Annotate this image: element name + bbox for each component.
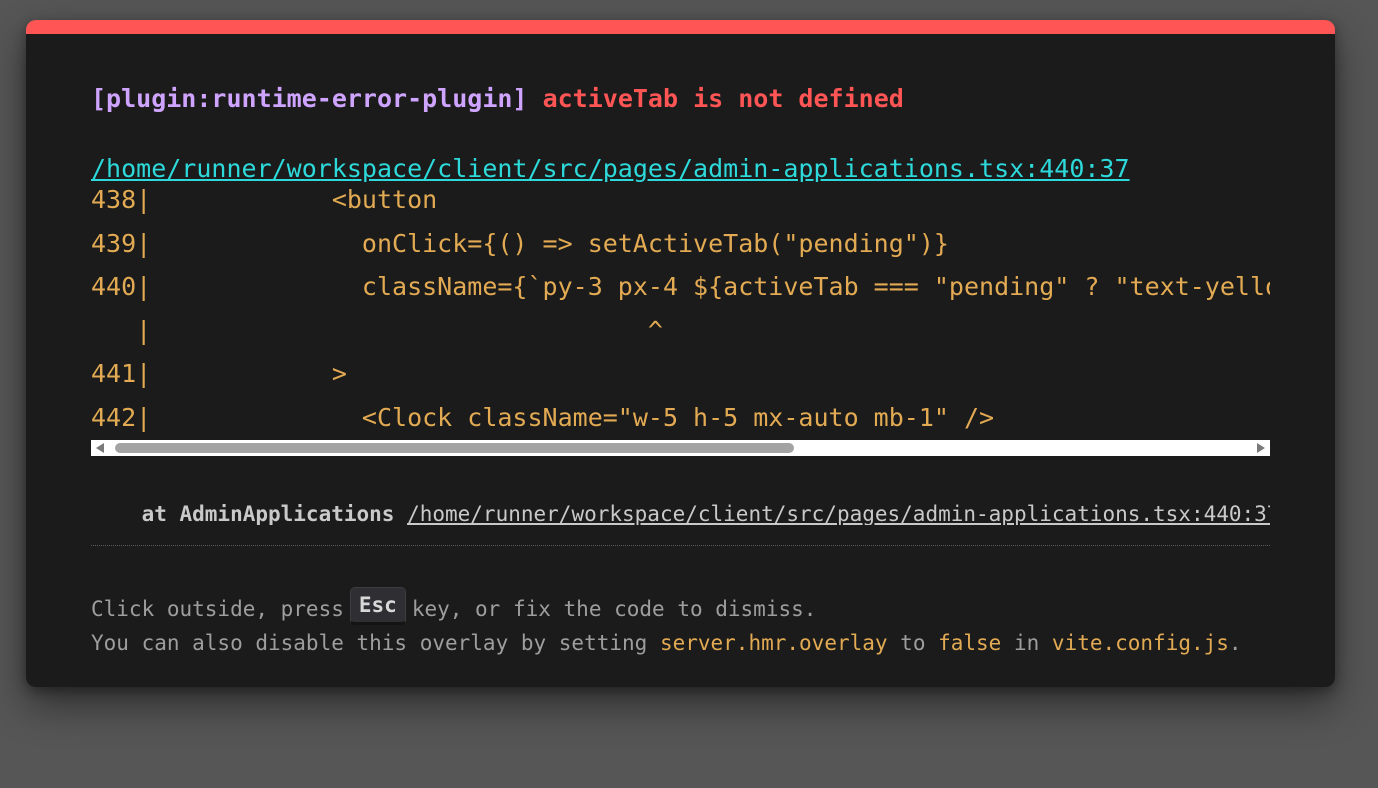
code-line-438: 438| <button bbox=[91, 185, 438, 214]
code-frame-scrollbar[interactable] bbox=[91, 440, 1270, 456]
divider bbox=[91, 545, 1270, 546]
tip2-text-c: in bbox=[1001, 631, 1052, 655]
disable-overlay-tip: You can also disable this overlay by set… bbox=[91, 633, 1242, 654]
stack-prefix: at AdminApplications bbox=[91, 504, 408, 525]
code-line-442: 442| <Clock className="w-5 h-5 mx-auto m… bbox=[91, 402, 995, 432]
config-option: server.hmr.overlay bbox=[659, 631, 888, 655]
scroll-left-arrow-icon[interactable] bbox=[96, 443, 104, 453]
tip2-text-d: . bbox=[1228, 631, 1242, 655]
scroll-right-arrow-icon[interactable] bbox=[1257, 443, 1265, 453]
code-frame-lines: 438| <button 439| onClick={() => setActi… bbox=[91, 178, 1270, 439]
code-frame: 438| <button 439| onClick={() => setActi… bbox=[91, 178, 1270, 456]
code-line-441: 441| > bbox=[91, 359, 347, 388]
code-line-440: 440| className={`py-3 px-4 ${activeTab =… bbox=[91, 272, 1270, 301]
config-file: vite.config.js bbox=[1051, 631, 1229, 655]
code-line-439: 439| onClick={() => setActiveTab("pendin… bbox=[91, 228, 949, 258]
scroll-thumb[interactable] bbox=[115, 443, 794, 453]
tip2-text-b: to bbox=[887, 631, 939, 655]
code-line-caret: | ^ bbox=[91, 315, 663, 345]
tip-text-before: Click outside, press bbox=[91, 597, 344, 621]
false-value: false bbox=[938, 631, 1002, 655]
plugin-name: [plugin:runtime-error-plugin] bbox=[91, 84, 528, 113]
stack-file-link[interactable]: /home/runner/workspace/client/src/pages/… bbox=[407, 504, 1270, 525]
dismiss-tip: Click outside, press Esc key, or fix the c… bbox=[91, 587, 817, 629]
tip2-text-a: You can also disable this overlay by set… bbox=[91, 631, 660, 655]
esc-key: Esc bbox=[349, 587, 406, 625]
stack-trace: at AdminApplications /home/runner/worksp… bbox=[91, 504, 1270, 525]
error-text: activeTab is not defined bbox=[542, 84, 904, 113]
error-message: [plugin:runtime-error-plugin] activeTab … bbox=[91, 86, 904, 111]
tip-text-after: key, or fix the code to dismiss. bbox=[411, 597, 817, 621]
error-overlay-window: [plugin:runtime-error-plugin] activeTab … bbox=[26, 20, 1335, 687]
